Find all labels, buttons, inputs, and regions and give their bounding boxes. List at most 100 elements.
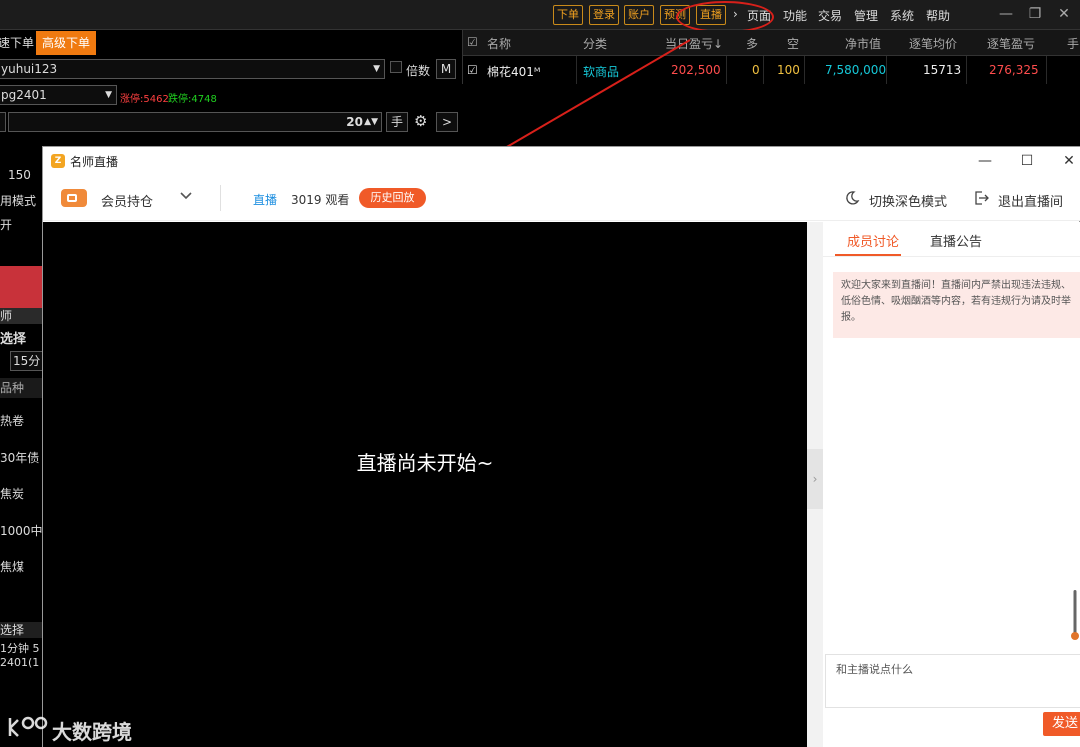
video-status-message: 直播尚未开始~ [356,451,494,475]
send-button[interactable]: 发送 [1043,712,1080,736]
stepper-icon: ▲▼ [364,117,378,127]
sidebar-divider: › [807,222,823,747]
select-label: 选择 [0,332,27,347]
moon-icon[interactable] [844,190,860,206]
cell-short: 100 [777,63,800,77]
tab-advanced-order[interactable]: 高级下单 [36,31,97,55]
col-long[interactable]: 多 [746,35,758,52]
dark-mode-toggle[interactable]: 切换深色模式 [869,191,947,210]
video-area[interactable]: 直播尚未开始~ [43,222,807,747]
multiplier-checkbox[interactable] [390,61,402,73]
menu-manage[interactable]: 管理 [854,7,878,24]
cell-avg-price: 15713 [923,63,962,77]
col-lots[interactable]: 手 [1067,35,1079,52]
contract-select[interactable]: pg2401 ▼ [0,85,117,105]
price-field[interactable] [0,112,6,132]
chat-input[interactable]: 和主播说点什么 [825,654,1080,708]
minimize-icon[interactable]: — [996,5,1016,23]
buy-button[interactable] [0,266,42,310]
account-select[interactable]: yuhui123 ▼ [0,59,385,79]
menu-system[interactable]: 系统 [890,7,914,24]
menu-help[interactable]: 帮助 [926,7,950,24]
live-broadcast-window: Z 名师直播 — ☐ ✕ 会员持仓 直播 3019 观看 历史回放 切换深色模式… [42,146,1080,747]
col-daily-pnl[interactable]: 当日盈亏↓ [665,35,723,52]
tab-quick-order[interactable]: 速下单 [0,31,40,55]
variety-item[interactable]: 1000中 [0,522,42,539]
col-avg-price[interactable]: 逐笔均价 [909,35,957,52]
gear-icon[interactable]: ⚙ [414,112,427,130]
contract-value: pg2401 [1,88,47,102]
order-button[interactable]: 下单 [553,5,583,25]
col-category[interactable]: 分类 [583,35,607,52]
col-short[interactable]: 空 [787,35,799,52]
col-net-value[interactable]: 净市值 [845,35,881,52]
member-position-label[interactable]: 会员持仓 [101,191,153,210]
chat-notice: 欢迎大家来到直播间！直播间内严禁出现违法违规、低俗色情、吸烟酗酒等内容，若有违规… [833,272,1080,338]
col-trade-pnl[interactable]: 逐笔盈亏 [987,35,1035,52]
collapse-sidebar-button[interactable]: › [807,449,823,509]
quantity-stepper[interactable]: 20 ▲▼ [8,112,382,132]
menu-function[interactable]: 功能 [783,7,807,24]
col-name[interactable]: 名称 [487,35,511,52]
mode-label: 用模式 [0,194,37,208]
popup-title: 名师直播 [70,155,119,169]
teacher-tab[interactable]: 师 [0,308,42,324]
positions-table-header: ☑ 名称 分类 当日盈亏↓ 多 空 净市值 逐笔均价 逐笔盈亏 手 [462,30,1080,56]
account-value: yuhui123 [1,62,58,76]
row-checkbox[interactable]: ☑ [467,63,478,77]
active-tab-indicator [835,254,901,256]
app-logo-icon: Z [51,154,65,168]
limit-up: 涨停:5462 [120,94,169,105]
menu-trade[interactable]: 交易 [818,7,842,24]
restore-icon[interactable]: ❐ [1025,5,1045,23]
chevron-down-icon[interactable] [179,189,193,203]
cell-long: 0 [752,63,760,77]
multiplier-label: 倍数 [406,64,431,78]
minimize-icon[interactable]: — [976,152,994,170]
live-label: 直播 [253,193,278,207]
maximize-icon[interactable]: ☐ [1018,152,1036,170]
bottom-period: 1分钟 5 [0,642,40,655]
account-button[interactable]: 账户 [624,5,654,25]
variety-item[interactable]: 热卷 [0,412,42,429]
login-button[interactable]: 登录 [589,5,619,25]
header-checkbox[interactable]: ☑ [467,35,478,49]
thermometer-icon [1071,590,1079,640]
quantity-value: 20 [346,115,363,129]
tab-member-discussion[interactable]: 成员讨论 [847,231,899,250]
table-row[interactable]: ☑ 棉花401ᴹ 软商品 202,500 0 100 7,580,000 157… [462,56,1080,84]
exit-live-button[interactable]: 退出直播间 [998,191,1063,210]
close-icon[interactable]: ✕ [1060,152,1078,170]
expand-button[interactable]: > [436,112,458,132]
exit-icon[interactable] [973,190,989,206]
cell-name: 棉花401ᴹ [487,65,541,79]
variety-header: 品种 [0,378,42,398]
watermark-logo-icon [8,716,48,737]
cell-daily-pnl: 202,500 [671,63,721,77]
m-button[interactable]: M [436,59,456,79]
dropdown-icon: ▼ [373,64,380,74]
watermark: 大数跨境 [6,710,146,744]
bottom-select-label: 选择 [0,622,42,638]
variety-item[interactable]: 焦煤 [0,558,42,575]
annotation-circle [676,1,774,33]
price-150: 150 [8,168,31,182]
variety-item[interactable]: 30年债 [0,449,42,466]
camera-icon [61,189,87,207]
unit-button[interactable]: 手 [386,112,408,132]
tab-live-announcement[interactable]: 直播公告 [930,231,982,250]
popup-titlebar: Z 名师直播 — ☐ ✕ [43,147,1080,175]
cell-net-value: 7,580,000 [825,63,887,77]
cell-trade-pnl: 276,325 [989,63,1039,77]
period-select[interactable]: 15分 [10,351,44,371]
close-icon[interactable]: ✕ [1054,5,1074,23]
cell-category: 软商品 [583,65,620,79]
limit-down: 跌停:4748 [168,94,217,105]
dropdown-icon: ▼ [105,90,112,100]
top-toolbar: 下单 登录 账户 预测 直播 › 页面 功能 交易 管理 系统 帮助 — ❐ ✕ [0,0,1080,33]
popup-toolbar: 会员持仓 直播 3019 观看 历史回放 切换深色模式 退出直播间 [43,175,1080,221]
open-label: 开 [0,218,13,232]
bottom-contract: 2401(1 [0,656,40,669]
variety-item[interactable]: 焦炭 [0,485,42,502]
history-replay-button[interactable]: 历史回放 [359,188,426,208]
